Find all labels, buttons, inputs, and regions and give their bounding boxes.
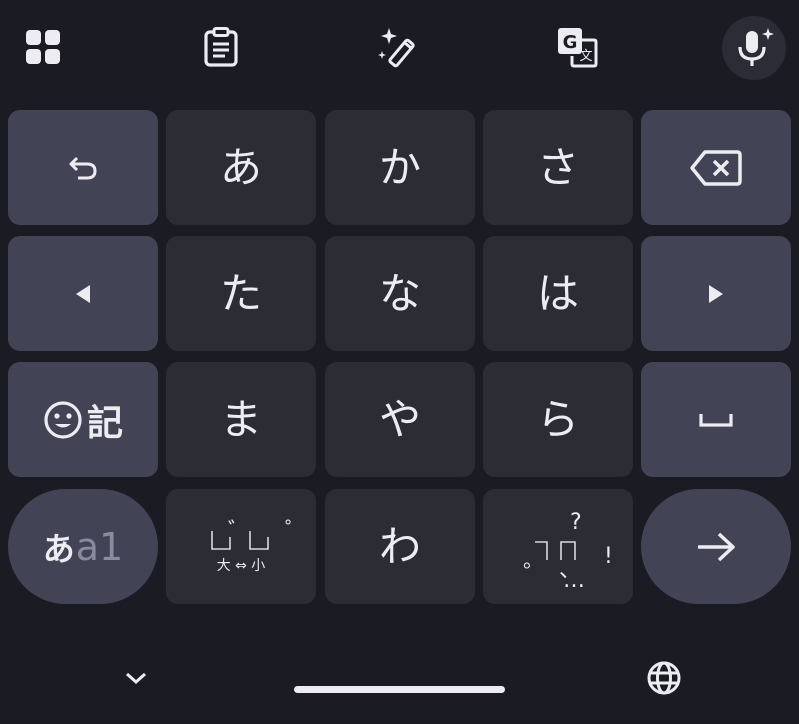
clipboard-icon[interactable] [196,22,246,72]
kana-key-label: な [378,268,421,318]
exclamation-label: ! [604,543,613,569]
kana-key-ya[interactable]: や [325,362,475,477]
size-toggle-label: 大 ⇔ 小 [216,557,266,574]
question-mark-label: ? [570,509,582,535]
magic-wand-icon[interactable] [374,22,424,72]
mode-alpha-label: a1 [75,524,124,569]
undo-key[interactable] [8,110,158,225]
space-icon [698,411,734,429]
kana-key-label: ら [536,394,579,444]
kana-key-label: か [378,142,421,192]
voice-input-icon [732,26,776,70]
ellipsis-label: … [563,567,585,593]
svg-text:文: 文 [579,49,592,64]
dakuten-label: ゛ ゜ [228,518,321,544]
enter-key[interactable] [641,489,791,604]
keyboard-toolbar: G 文 [0,0,799,96]
arrow-left-icon [73,283,93,305]
kana-key-label: わ [378,521,421,571]
backspace-key[interactable] [641,110,791,225]
undo-icon [68,155,98,181]
smiley-icon [43,400,83,440]
hide-keyboard-button[interactable] [116,660,156,696]
punctuation-key[interactable]: ? 。 、 ! … [483,489,633,604]
input-mode-toggle-key[interactable]: あ a1 [8,489,158,604]
arrow-right-enter-icon [695,531,737,563]
kana-key-wa[interactable]: わ [325,489,475,604]
kana-key-sa[interactable]: さ [483,110,633,225]
kana-key-label: は [536,268,579,318]
globe-icon [646,660,682,696]
kana-key-ma[interactable]: ま [166,362,316,477]
kana-key-na[interactable]: な [325,236,475,351]
apps-grid-icon[interactable] [18,22,68,72]
chevron-down-icon [124,671,148,685]
switch-language-button[interactable] [642,656,686,700]
kana-key-ta[interactable]: た [166,236,316,351]
space-key[interactable] [641,362,791,477]
kana-key-label: さ [536,142,579,192]
kana-key-label: や [378,394,421,444]
cursor-right-key[interactable] [641,236,791,351]
arrow-right-icon [706,283,726,305]
symbol-label: 記 [86,402,123,444]
kana-key-ka[interactable]: か [325,110,475,225]
dakuten-size-key[interactable]: ゛ ゜ 大 ⇔ 小 [166,489,316,604]
mode-kana-label: あ [42,529,75,568]
kana-key-ra[interactable]: ら [483,362,633,477]
kana-key-a[interactable]: あ [166,110,316,225]
home-indicator[interactable] [294,686,505,693]
svg-text:G: G [563,32,578,53]
backspace-icon [689,148,743,188]
kana-key-label: あ [219,142,262,192]
kana-key-label: ま [219,394,262,444]
emoji-symbol-key[interactable]: 記 [8,362,158,477]
kana-key-label: た [219,268,262,318]
punctuation-cluster: ? 。 、 ! … [503,502,613,593]
translate-icon[interactable]: G 文 [552,22,602,72]
dakuten-marks: ゛ ゜ [206,519,307,553]
cursor-left-key[interactable] [8,236,158,351]
kana-key-ha[interactable]: は [483,236,633,351]
voice-input-button[interactable] [722,16,786,80]
